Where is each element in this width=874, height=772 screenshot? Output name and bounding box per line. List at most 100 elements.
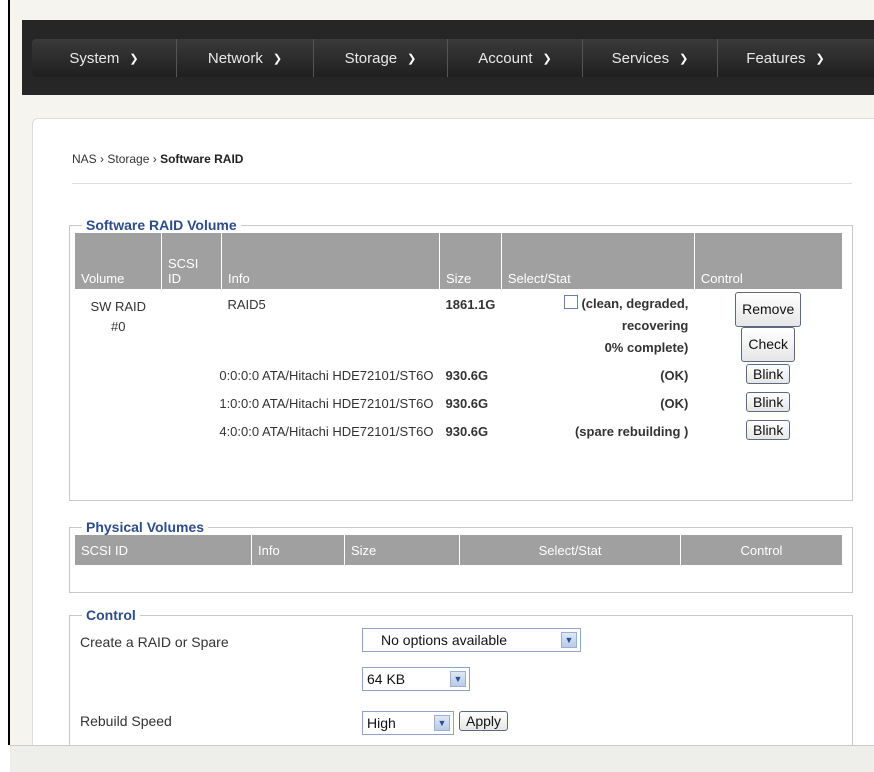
physical-volumes-table: SCSI ID Info Size Select/Stat Control xyxy=(75,535,842,565)
disk-size: 930.6G xyxy=(445,396,489,411)
disk-scsi-info: 1:0:0:0 ATA/Hitachi HDE72101/ST6O xyxy=(162,390,440,418)
nav-features-label: Features xyxy=(746,49,806,67)
chevron-down-icon: ❯ xyxy=(272,52,283,65)
nav-storage-label: Storage xyxy=(344,49,398,67)
col-scsi-id: SCSI ID xyxy=(75,535,252,565)
raid-volume-section: Software RAID Volume Volume SCSI ID Info … xyxy=(69,217,853,501)
breadcrumb-nas[interactable]: NAS xyxy=(72,152,97,166)
volume-status: (clean, degraded, recovering 0% complete) xyxy=(501,289,694,362)
create-raid-label: Create a RAID or Spare xyxy=(80,634,229,650)
volume-status-line3: 0% complete) xyxy=(604,340,689,355)
table-header-row: Volume SCSI ID Info Size Select/Stat Cont… xyxy=(75,233,842,289)
table-row-disk: 4:0:0:0 ATA/Hitachi HDE72101/ST6O 930.6G… xyxy=(75,418,842,448)
col-control: Control xyxy=(694,233,842,289)
chunk-size-select[interactable]: 64 KB ▼ xyxy=(362,667,470,691)
volume-scsi xyxy=(162,289,222,362)
disk-scsi: 1:0:0:0 xyxy=(219,396,260,411)
check-button[interactable]: Check xyxy=(741,327,796,362)
disk-empty xyxy=(75,418,162,448)
control-legend: Control xyxy=(86,607,136,623)
breadcrumb-storage[interactable]: Storage xyxy=(107,152,149,166)
nav-services-label: Services xyxy=(611,49,670,67)
nav-storage[interactable]: Storage ❯ xyxy=(314,39,448,77)
rebuild-speed-value: High xyxy=(367,715,396,731)
chevron-down-icon: ❯ xyxy=(407,52,417,65)
blink-button[interactable]: Blink xyxy=(746,364,791,384)
chevron-down-icon: ❯ xyxy=(129,52,139,65)
volume-status-line2: recovering xyxy=(621,318,689,333)
nav-features[interactable]: Features ❯ xyxy=(718,39,853,77)
disk-size: 930.6G xyxy=(445,368,489,383)
raid-volume-legend: Software RAID Volume xyxy=(86,217,237,233)
breadcrumb-current: Software RAID xyxy=(160,152,244,166)
blink-button[interactable]: Blink xyxy=(746,392,791,412)
disk-info: ATA/Hitachi HDE72101/ST6O xyxy=(262,368,434,383)
blink-button[interactable]: Blink xyxy=(746,420,791,440)
page-content: NAS › Storage › Software RAID Software R… xyxy=(32,118,874,768)
breadcrumb-separator: › xyxy=(152,152,157,166)
disk-size: 930.6G xyxy=(445,424,489,439)
disk-control: Blink xyxy=(694,390,842,418)
physical-volumes-section: Physical Volumes SCSI ID Info Size Selec… xyxy=(69,519,853,593)
volume-size: 1861.1G xyxy=(445,297,496,312)
volume-info: RAID5 xyxy=(227,297,266,312)
col-info: Info xyxy=(251,535,345,565)
nav-services[interactable]: Services ❯ xyxy=(583,39,718,77)
breadcrumb: NAS › Storage › Software RAID xyxy=(72,152,243,166)
table-row-volume: SW RAID #0 RAID5 1861.1G (clean, degraded… xyxy=(75,289,842,362)
chevron-down-icon: ❯ xyxy=(815,52,825,65)
disk-control: Blink xyxy=(694,362,842,390)
disk-status: (OK) xyxy=(660,396,689,411)
breadcrumb-separator: › xyxy=(100,152,105,166)
chevron-down-icon: ▼ xyxy=(450,671,466,687)
nav-network-label: Network xyxy=(207,49,263,67)
table-row-disk: 0:0:0:0 ATA/Hitachi HDE72101/ST6O 930.6G… xyxy=(75,362,842,390)
rebuild-speed-label: Rebuild Speed xyxy=(80,713,172,729)
chevron-down-icon: ▼ xyxy=(434,715,450,731)
disk-control: Blink xyxy=(694,418,842,448)
disk-info: ATA/Hitachi HDE72101/ST6O xyxy=(262,396,434,411)
disk-empty xyxy=(75,390,162,418)
disk-status: (OK) xyxy=(660,368,689,383)
col-select-stat: Select/Stat xyxy=(459,535,681,565)
raid-volume-table: Volume SCSI ID Info Size Select/Stat Cont… xyxy=(75,233,842,448)
physical-volumes-legend: Physical Volumes xyxy=(86,519,205,535)
col-info: Info xyxy=(221,233,440,289)
col-size: Size xyxy=(439,233,502,289)
table-row-disk: 1:0:0:0 ATA/Hitachi HDE72101/ST6O 930.6G… xyxy=(75,390,842,418)
volume-name-line2: #0 xyxy=(111,319,126,334)
nav-account[interactable]: Account ❯ xyxy=(448,39,583,77)
disk-scsi-info: 0:0:0:0 ATA/Hitachi HDE72101/ST6O xyxy=(162,362,440,390)
apply-button[interactable]: Apply xyxy=(459,711,509,731)
nav-menu: System ❯ Network ❯ Storage ❯ Account ❯ Servi… xyxy=(32,39,874,77)
volume-controls: Remove Check xyxy=(694,289,842,362)
rebuild-speed-select[interactable]: High ▼ xyxy=(362,711,454,735)
chevron-down-icon: ❯ xyxy=(679,52,689,65)
col-scsi-line2: ID xyxy=(168,271,181,286)
col-scsi-line1: SCSI xyxy=(168,256,199,271)
remove-button[interactable]: Remove xyxy=(735,292,802,327)
volume-name-line1: SW RAID xyxy=(90,299,147,314)
nav-system[interactable]: System ❯ xyxy=(32,39,177,77)
divider xyxy=(72,183,852,184)
volume-select-checkbox[interactable] xyxy=(564,295,579,309)
disk-info: ATA/Hitachi HDE72101/ST6O xyxy=(262,424,434,439)
disk-scsi: 4:0:0:0 xyxy=(219,424,260,439)
col-select-stat: Select/Stat xyxy=(501,233,695,289)
disk-scsi-info: 4:0:0:0 ATA/Hitachi HDE72101/ST6O xyxy=(162,418,440,448)
col-size: Size xyxy=(344,535,460,565)
nav-account-label: Account xyxy=(478,49,533,67)
nav-system-label: System xyxy=(69,49,120,67)
volume-status-line1: (clean, degraded, xyxy=(581,296,689,311)
create-raid-value: No options available xyxy=(381,632,508,648)
chevron-down-icon: ❯ xyxy=(542,52,552,65)
bottom-bar xyxy=(10,745,874,772)
disk-scsi: 0:0:0:0 xyxy=(219,368,260,383)
chevron-down-icon: ▼ xyxy=(561,632,577,648)
nav-network[interactable]: Network ❯ xyxy=(177,39,314,77)
col-scsi-id: SCSI ID xyxy=(161,233,222,289)
volume-name: SW RAID #0 xyxy=(75,289,162,362)
col-control: Control xyxy=(680,535,842,565)
create-raid-select[interactable]: No options available ▼ xyxy=(362,628,581,652)
col-volume: Volume xyxy=(75,233,162,289)
